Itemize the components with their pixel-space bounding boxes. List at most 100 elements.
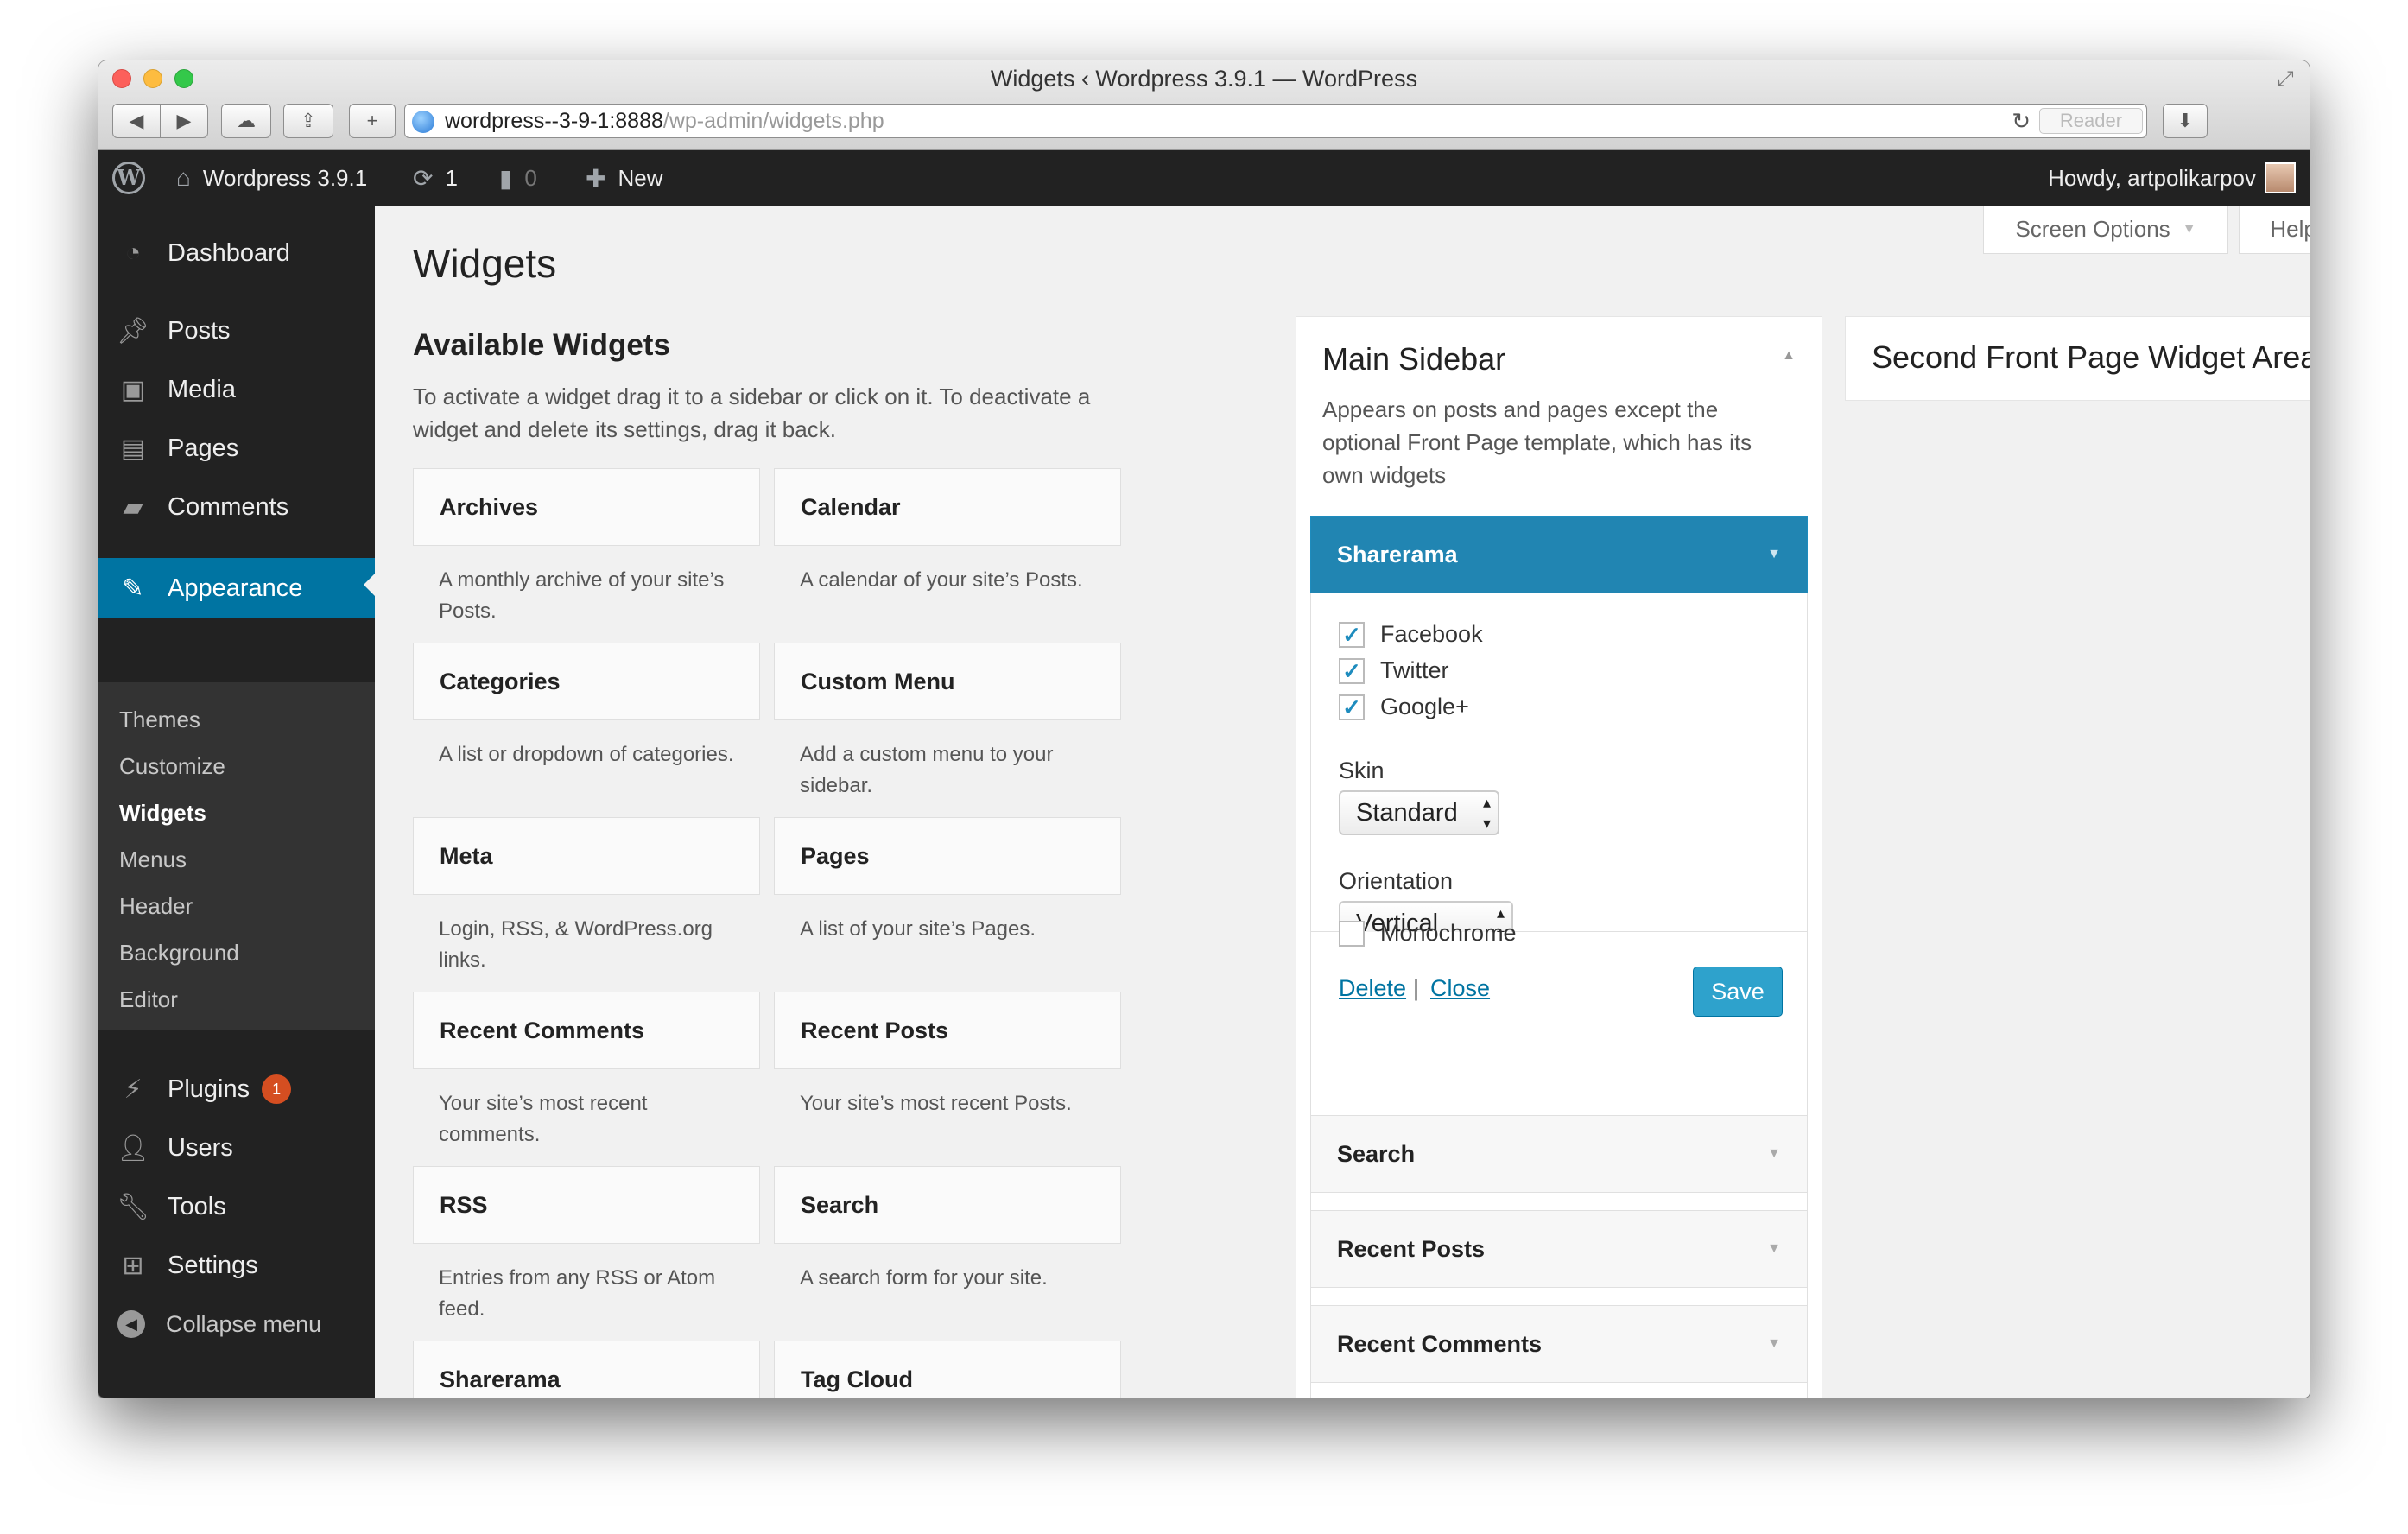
widget-recent-posts[interactable]: Recent Posts [774, 992, 1121, 1069]
delete-link[interactable]: Delete [1339, 975, 1406, 1002]
menu-label: Collapse menu [166, 1310, 322, 1337]
reader-button[interactable]: Reader [2039, 108, 2143, 134]
back-arrow-icon: ◀ [129, 110, 144, 131]
settings-sliders-icon: ⊞ [122, 1251, 144, 1280]
menu-item-appearance[interactable]: ✎ Appearance [98, 558, 375, 618]
menu-item-comments[interactable]: ▰ Comments [98, 480, 375, 534]
menu-label: Posts [168, 316, 231, 345]
toggle-arrow-icon[interactable]: ▼ [1767, 517, 1781, 593]
address-bar[interactable]: wordpress--3-9-1:8888/wp-admin/widgets.p… [404, 104, 2147, 138]
monochrome-checkbox[interactable] [1339, 920, 1365, 947]
downloads-button[interactable]: ⬇ [2163, 104, 2208, 138]
widget-meta[interactable]: Meta [413, 817, 760, 895]
sidebar-description: Appears on posts and pages except the op… [1322, 396, 1752, 488]
widget-custom-menu[interactable]: Custom Menu [774, 643, 1121, 720]
fullscreen-icon[interactable]: ⤢ [2273, 67, 2297, 92]
site-name-link[interactable]: ⌂ Wordpress 3.9.1 [176, 150, 367, 206]
share-icon: ⇪ [300, 110, 317, 131]
sidebar-widget-recent-comments[interactable]: Recent Comments ▼ [1310, 1305, 1808, 1383]
menu-item-dashboard[interactable]: ◔ Dashboard [98, 226, 375, 280]
widget-tag-cloud[interactable]: Tag Cloud [774, 1341, 1121, 1398]
submenu-editor[interactable]: Editor [119, 986, 178, 1013]
widget-description: A list of your site’s Pages. [800, 917, 1036, 941]
menu-item-media[interactable]: ▣ Media [98, 363, 375, 416]
googleplus-checkbox-row[interactable]: ✓ Google+ [1339, 694, 1469, 720]
screen-options-tab[interactable]: Screen Options ▼ [1983, 206, 2228, 254]
help-tab[interactable]: Help▼ [2239, 206, 2310, 254]
new-content-link[interactable]: ✚ New [586, 150, 662, 206]
back-button[interactable]: ◀ [112, 104, 161, 138]
reload-icon[interactable]: ↻ [2012, 105, 2031, 137]
updates-count: 1 [445, 164, 458, 191]
new-tab-button[interactable]: + [349, 104, 396, 138]
menu-label: Pages [168, 434, 239, 462]
submenu-header[interactable]: Header [119, 893, 193, 920]
menu-item-settings[interactable]: ⊞ Settings [98, 1239, 375, 1292]
submenu-themes[interactable]: Themes [119, 707, 200, 733]
widget-description: A calendar of your site’s Posts. [800, 568, 1083, 592]
widget-title: Sharerama [1337, 542, 1458, 567]
checkbox-label: Twitter [1380, 657, 1449, 683]
comments-link[interactable]: ▮ 0 [499, 150, 537, 206]
submenu-widgets[interactable]: Widgets [119, 800, 206, 827]
menu-item-plugins[interactable]: ⚡︎ Plugins 1 [98, 1062, 375, 1116]
widget-sharerama[interactable]: Sharerama [413, 1341, 760, 1398]
share-button[interactable]: ⇪ [283, 104, 333, 138]
wrench-icon: 🔧︎ [116, 1192, 150, 1221]
forward-arrow-icon: ▶ [176, 110, 192, 131]
collapse-up-arrow-icon[interactable]: ▲ [1782, 348, 1796, 364]
widget-rss[interactable]: RSS [413, 1166, 760, 1244]
skin-select[interactable]: Standard ▴ ▾ [1339, 790, 1499, 835]
browser-titlebar: Widgets ‹ Wordpress 3.9.1 — WordPress ⤢ … [98, 60, 2310, 150]
sidebar-widget-search[interactable]: Search ▼ [1310, 1115, 1808, 1193]
menu-label: Comments [168, 492, 289, 521]
collapse-menu-button[interactable]: ◀ Collapse menu [98, 1297, 375, 1351]
menu-label: Tools [168, 1192, 226, 1220]
icloud-tabs-button[interactable]: ☁ [221, 104, 271, 138]
sharerama-widget-header[interactable]: Sharerama ▼ [1310, 516, 1808, 593]
widget-archives[interactable]: Archives [413, 468, 760, 546]
updates-link[interactable]: ⟳ 1 [413, 150, 458, 206]
toggle-arrow-icon[interactable]: ▼ [1767, 1116, 1781, 1192]
skin-label: Skin [1339, 757, 1385, 783]
forward-button[interactable]: ▶ [160, 104, 208, 138]
twitter-checkbox-row[interactable]: ✓ Twitter [1339, 657, 1449, 684]
widget-pages[interactable]: Pages [774, 817, 1121, 895]
widget-categories[interactable]: Categories [413, 643, 760, 720]
googleplus-checkbox[interactable]: ✓ [1339, 694, 1365, 720]
facebook-checkbox[interactable]: ✓ [1339, 621, 1365, 648]
monochrome-checkbox-row[interactable]: Monochrome [1339, 920, 1517, 947]
facebook-checkbox-row[interactable]: ✓ Facebook [1339, 621, 1483, 648]
widgets-screen: Screen Options▼ Help▼ Widgets Available … [375, 206, 2310, 1398]
second-front-page-widget-area[interactable]: Second Front Page Widget Area ▼ [1845, 316, 2310, 401]
save-button[interactable]: Save [1693, 967, 1783, 1017]
menu-item-users[interactable]: 👤︎ Users [98, 1121, 375, 1175]
menu-item-pages[interactable]: ▤ Pages [98, 422, 375, 475]
submenu-background[interactable]: Background [119, 940, 239, 967]
toggle-arrow-icon[interactable]: ▼ [1767, 1211, 1781, 1287]
sharerama-widget-form: ✓ Facebook ✓ Twitter ✓ Google+ Skin Stan… [1310, 593, 1808, 946]
widget-calendar[interactable]: Calendar [774, 468, 1121, 546]
plug-icon: ⚡︎ [124, 1074, 143, 1104]
skin-value: Standard [1356, 799, 1458, 827]
toggle-arrow-icon[interactable]: ▼ [1767, 1306, 1781, 1382]
menu-label: Media [168, 375, 236, 403]
site-name: Wordpress 3.9.1 [202, 164, 368, 191]
sidebar-widget-recent-posts[interactable]: Recent Posts ▼ [1310, 1210, 1808, 1288]
widget-recent-comments[interactable]: Recent Comments [413, 992, 760, 1069]
twitter-checkbox[interactable]: ✓ [1339, 657, 1365, 684]
plus-icon: ✚ [586, 164, 606, 192]
submenu-customize[interactable]: Customize [119, 753, 225, 780]
submenu-menus[interactable]: Menus [119, 846, 187, 873]
pushpin-icon: 📌︎ [116, 316, 150, 345]
menu-item-posts[interactable]: 📌︎ Posts [98, 304, 375, 358]
wp-logo-menu[interactable]: W [112, 150, 145, 206]
widget-description: A monthly archive of your site’s Posts. [439, 568, 725, 623]
menu-item-tools[interactable]: 🔧︎ Tools [98, 1180, 375, 1233]
menu-label: Dashboard [168, 238, 290, 267]
close-link[interactable]: Close [1430, 975, 1490, 1002]
menu-label: Plugins [168, 1074, 250, 1103]
widget-search[interactable]: Search [774, 1166, 1121, 1244]
my-account-menu[interactable]: Howdy, artpolikarpov [2048, 150, 2296, 206]
download-icon: ⬇ [2177, 110, 2194, 131]
